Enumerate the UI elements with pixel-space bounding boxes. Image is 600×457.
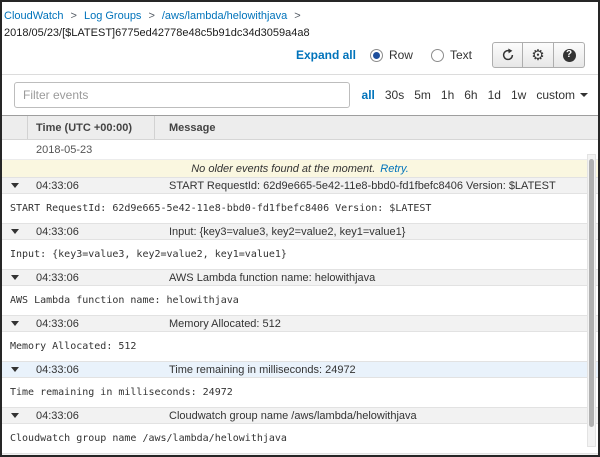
expand-caret[interactable] <box>2 321 28 326</box>
event-message: Time remaining in milliseconds: 24972 <box>155 364 598 376</box>
caret-down-icon <box>11 183 19 188</box>
view-mode-group: Row Text <box>370 48 472 62</box>
scrollbar-thumb[interactable] <box>589 159 594 427</box>
expand-caret[interactable] <box>2 367 28 372</box>
caret-down-icon <box>11 229 19 234</box>
log-event-row[interactable]: 04:33:06AWS Lambda Request Id 62d9e665-5… <box>2 453 598 457</box>
event-list: 04:33:06START RequestId: 62d9e665-5e42-1… <box>2 177 598 457</box>
breadcrumb-link[interactable]: /aws/lambda/helowithjava <box>162 10 287 22</box>
breadcrumb-link[interactable]: CloudWatch <box>4 10 64 22</box>
log-events-panel: all 30s 5m 1h 6h 1d 1w custom Time (UTC +00:00)… <box>2 74 598 457</box>
event-detail: Cloudwatch group name /aws/lambda/helowi… <box>2 424 598 453</box>
message-column-header: Message <box>155 116 598 139</box>
event-message: Input: {key3=value3, key2=value2, key1=v… <box>155 226 598 238</box>
caret-column-header <box>2 116 28 139</box>
gear-icon: ⚙ <box>531 48 544 63</box>
time-range-6h[interactable]: 6h <box>464 88 477 102</box>
filter-bar: all 30s 5m 1h 6h 1d 1w custom <box>2 75 598 115</box>
expand-all-link[interactable]: Expand all <box>296 48 356 62</box>
time-range-all[interactable]: all <box>362 88 375 102</box>
breadcrumb-separator: > <box>148 10 154 22</box>
filter-events-input[interactable] <box>14 82 350 108</box>
expand-caret[interactable] <box>2 275 28 280</box>
time-range-selector: all 30s 5m 1h 6h 1d 1w custom <box>362 88 588 102</box>
no-older-events-notice: No older events found at the moment. Ret… <box>2 160 598 177</box>
log-event-row[interactable]: 04:33:06AWS Lambda function name: helowi… <box>2 269 598 286</box>
radio-row[interactable] <box>370 49 383 62</box>
event-message: START RequestId: 62d9e665-5e42-11e8-bbd0… <box>155 180 598 192</box>
time-range-custom[interactable]: custom <box>536 88 588 102</box>
event-detail: START RequestId: 62d9e665-5e42-11e8-bbd0… <box>2 194 598 223</box>
event-time: 04:33:06 <box>28 364 155 376</box>
refresh-button[interactable] <box>492 42 523 68</box>
custom-label: custom <box>536 88 575 102</box>
caret-down-icon <box>11 367 19 372</box>
event-detail: Time remaining in milliseconds: 24972 <box>2 378 598 407</box>
action-button-group: ⚙ ? <box>492 42 585 68</box>
cloudwatch-log-events-page: CloudWatch > Log Groups > /aws/lambda/helowi… <box>0 0 600 457</box>
log-event-row[interactable]: 04:33:06Input: {key3=value3, key2=value2… <box>2 223 598 240</box>
event-message: AWS Lambda function name: helowithjava <box>155 272 598 284</box>
log-event-row[interactable]: 04:33:06Time remaining in milliseconds: … <box>2 361 598 378</box>
time-range-30s[interactable]: 30s <box>385 88 404 102</box>
event-detail: Input: {key3=value3, key2=value2, key1=v… <box>2 240 598 269</box>
log-event-row[interactable]: 04:33:06START RequestId: 62d9e665-5e42-1… <box>2 177 598 194</box>
event-time: 04:33:06 <box>28 180 155 192</box>
breadcrumb-separator: > <box>294 10 300 22</box>
event-time: 04:33:06 <box>28 226 155 238</box>
radio-text[interactable] <box>431 49 444 62</box>
breadcrumb-link[interactable]: Log Groups <box>84 10 141 22</box>
caret-down-icon <box>11 413 19 418</box>
log-event-row[interactable]: 04:33:06Cloudwatch group name /aws/lambd… <box>2 407 598 424</box>
caret-down-icon <box>11 321 19 326</box>
event-detail: AWS Lambda function name: helowithjava <box>2 286 598 315</box>
view-controls: Expand all Row Text ⚙ ? <box>2 39 598 74</box>
notice-text: No older events found at the moment. <box>191 163 375 175</box>
time-range-1w[interactable]: 1w <box>511 88 526 102</box>
time-range-5m[interactable]: 5m <box>414 88 431 102</box>
view-mode-label: Row <box>389 48 413 62</box>
view-mode-text[interactable]: Text <box>431 48 472 62</box>
topbar: CloudWatch > Log Groups > /aws/lambda/helowi… <box>2 2 598 39</box>
help-icon: ? <box>563 49 576 62</box>
event-message: Cloudwatch group name /aws/lambda/helowi… <box>155 410 598 422</box>
table-header: Time (UTC +00:00) Message <box>2 115 598 140</box>
log-event-row[interactable]: 04:33:06Memory Allocated: 512 <box>2 315 598 332</box>
view-mode-row[interactable]: Row <box>370 48 413 62</box>
expand-caret[interactable] <box>2 183 28 188</box>
breadcrumb-separator: > <box>71 10 77 22</box>
event-detail: Memory Allocated: 512 <box>2 332 598 361</box>
vertical-scrollbar[interactable] <box>587 154 596 447</box>
caret-down-icon <box>11 275 19 280</box>
time-range-1h[interactable]: 1h <box>441 88 454 102</box>
date-separator-row: 2018-05-23 <box>2 140 598 160</box>
refresh-icon <box>501 48 515 62</box>
log-stream-name: 2018/05/23/[$LATEST]6775ed42778e48c5b91d… <box>4 27 590 39</box>
chevron-down-icon <box>580 93 588 97</box>
time-column-header: Time (UTC +00:00) <box>28 116 155 139</box>
retry-link[interactable]: Retry. <box>380 163 409 175</box>
view-mode-label: Text <box>450 48 472 62</box>
expand-caret[interactable] <box>2 229 28 234</box>
help-button[interactable]: ? <box>554 42 585 68</box>
event-message: Memory Allocated: 512 <box>155 318 598 330</box>
time-range-1d[interactable]: 1d <box>488 88 501 102</box>
event-time: 04:33:06 <box>28 410 155 422</box>
settings-button[interactable]: ⚙ <box>523 42 554 68</box>
event-time: 04:33:06 <box>28 318 155 330</box>
expand-caret[interactable] <box>2 413 28 418</box>
breadcrumb: CloudWatch > Log Groups > /aws/lambda/helowi… <box>4 6 590 24</box>
event-time: 04:33:06 <box>28 272 155 284</box>
